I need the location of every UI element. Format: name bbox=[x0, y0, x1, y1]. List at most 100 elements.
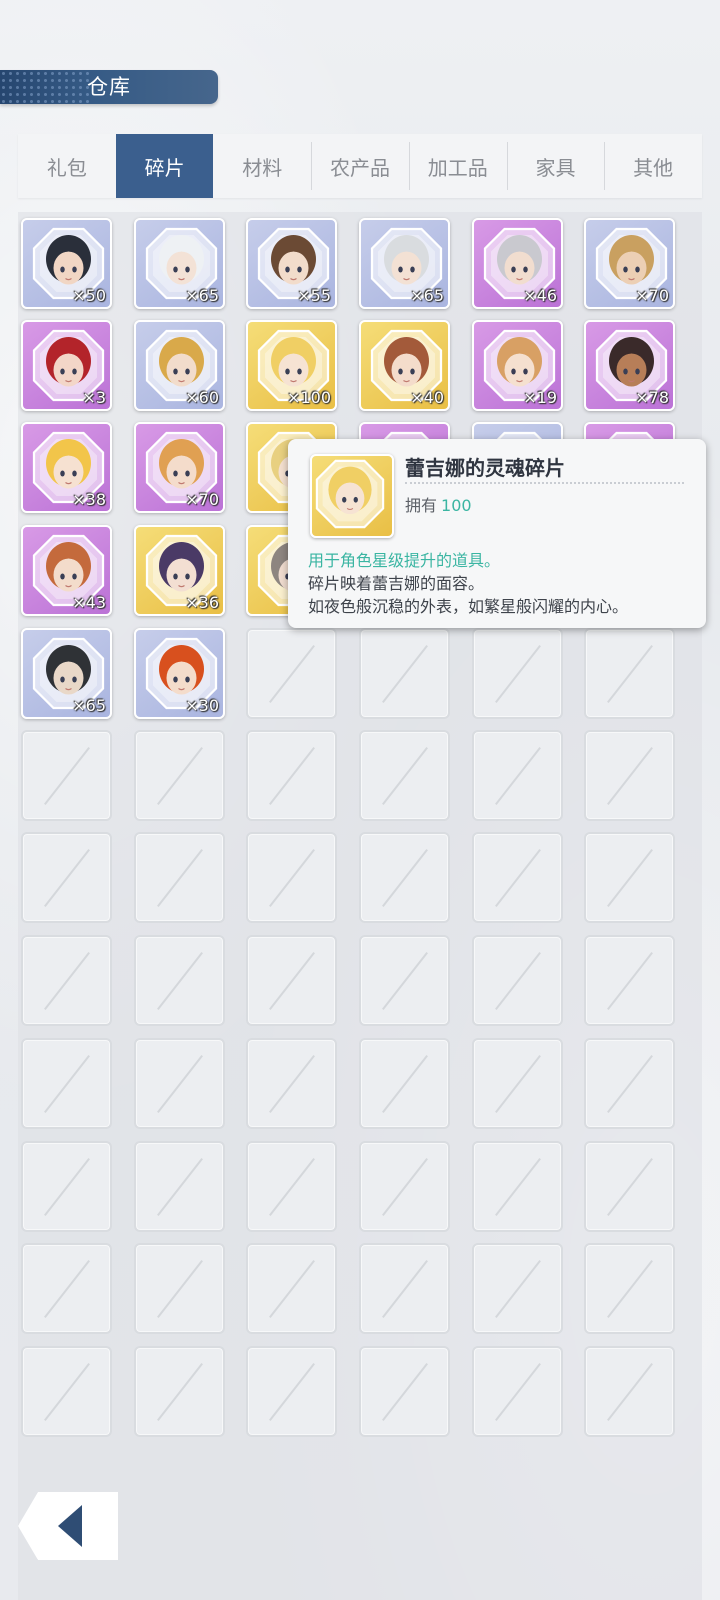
empty-slot bbox=[21, 1346, 112, 1437]
item-count: ×38 bbox=[72, 490, 106, 509]
item-count: ×50 bbox=[72, 286, 106, 305]
divider bbox=[405, 482, 684, 484]
empty-slot bbox=[246, 628, 337, 719]
tab-fragments[interactable]: 碎片 bbox=[115, 134, 214, 198]
empty-slot bbox=[359, 1038, 450, 1129]
tab-materials[interactable]: 材料 bbox=[213, 134, 311, 198]
fragment-item[interactable]: ×38 bbox=[21, 422, 112, 513]
tab-gift[interactable]: 礼包 bbox=[18, 134, 116, 198]
empty-slot bbox=[134, 1346, 225, 1437]
empty-slot bbox=[359, 1141, 450, 1232]
empty-slot bbox=[246, 1346, 337, 1437]
fragment-item[interactable]: ×100 bbox=[246, 320, 337, 411]
empty-slot bbox=[134, 730, 225, 821]
empty-slot bbox=[134, 1243, 225, 1334]
owned-label: 拥有 bbox=[405, 496, 438, 515]
item-count: ×100 bbox=[287, 388, 331, 407]
empty-slot bbox=[584, 935, 675, 1026]
fragment-item[interactable]: ×19 bbox=[472, 320, 563, 411]
fragment-item[interactable]: ×65 bbox=[134, 218, 225, 309]
empty-slot bbox=[21, 1038, 112, 1129]
item-count: ×40 bbox=[410, 388, 444, 407]
title-banner: 仓库 bbox=[0, 70, 218, 104]
fragment-item[interactable]: ×65 bbox=[359, 218, 450, 309]
back-button[interactable] bbox=[18, 1492, 118, 1560]
item-count: ×36 bbox=[185, 593, 219, 612]
empty-slot bbox=[584, 628, 675, 719]
empty-slot bbox=[584, 832, 675, 923]
empty-slot bbox=[21, 1243, 112, 1334]
tab-produce[interactable]: 农产品 bbox=[311, 134, 409, 198]
item-count: ×19 bbox=[523, 388, 557, 407]
category-tabs: 礼包 碎片 材料 农产品 加工品 家具 其他 bbox=[18, 134, 702, 198]
empty-slot bbox=[21, 730, 112, 821]
fragment-item[interactable]: ×40 bbox=[359, 320, 450, 411]
empty-slot bbox=[472, 832, 563, 923]
tab-other[interactable]: 其他 bbox=[604, 134, 702, 198]
item-count: ×46 bbox=[523, 286, 557, 305]
page-title: 仓库 bbox=[87, 75, 131, 99]
empty-slot bbox=[472, 1038, 563, 1129]
portrait-icon bbox=[315, 459, 385, 529]
item-usage: 用于角色星级提升的道具。 bbox=[308, 551, 501, 570]
empty-slot bbox=[246, 1038, 337, 1129]
fragment-item[interactable]: ×65 bbox=[21, 628, 112, 719]
fragment-item[interactable]: ×55 bbox=[246, 218, 337, 309]
item-count: ×78 bbox=[635, 388, 669, 407]
empty-slot bbox=[21, 1141, 112, 1232]
empty-slot bbox=[472, 1346, 563, 1437]
empty-slot bbox=[359, 1243, 450, 1334]
fragment-icon bbox=[310, 454, 394, 538]
item-count: ×70 bbox=[185, 490, 219, 509]
item-count: ×65 bbox=[410, 286, 444, 305]
item-tooltip: 蕾吉娜的灵魂碎片 拥有 100 用于角色星级提升的道具。 碎片映着蕾吉娜的面容。 … bbox=[288, 439, 706, 628]
empty-slot bbox=[472, 628, 563, 719]
empty-slot bbox=[359, 935, 450, 1026]
empty-slot bbox=[472, 1243, 563, 1334]
empty-slot bbox=[584, 1141, 675, 1232]
empty-slot bbox=[21, 832, 112, 923]
item-count: ×65 bbox=[72, 696, 106, 715]
empty-slot bbox=[134, 935, 225, 1026]
inventory-grid: ×50 ×65 ×55 ×65 ×46 ×70 ×3 ×60 ×100 ×40 ×19 ×78 ×38 ×… bbox=[18, 212, 702, 1600]
tab-processed[interactable]: 加工品 bbox=[408, 134, 507, 198]
empty-slot bbox=[584, 1038, 675, 1129]
empty-slot bbox=[246, 730, 337, 821]
fragment-item[interactable]: ×46 bbox=[472, 218, 563, 309]
fragment-item[interactable]: ×43 bbox=[21, 525, 112, 616]
fragment-item[interactable]: ×36 bbox=[134, 525, 225, 616]
fragment-item[interactable]: ×60 bbox=[134, 320, 225, 411]
item-description-line-2: 如夜色般沉稳的外表，如繁星般闪耀的内心。 bbox=[308, 597, 629, 616]
item-count: ×3 bbox=[82, 388, 106, 407]
empty-slot bbox=[584, 1346, 675, 1437]
empty-slot bbox=[584, 1243, 675, 1334]
back-arrow-icon bbox=[58, 1505, 82, 1547]
item-count: ×60 bbox=[185, 388, 219, 407]
fragment-item[interactable]: ×50 bbox=[21, 218, 112, 309]
item-count: ×70 bbox=[635, 286, 669, 305]
owned-count: 拥有 100 bbox=[405, 492, 472, 516]
owned-value: 100 bbox=[441, 496, 472, 515]
empty-slot bbox=[134, 1141, 225, 1232]
empty-slot bbox=[472, 935, 563, 1026]
empty-slot bbox=[134, 1038, 225, 1129]
item-count: ×43 bbox=[72, 593, 106, 612]
empty-slot bbox=[246, 1243, 337, 1334]
empty-slot bbox=[246, 1141, 337, 1232]
empty-slot bbox=[359, 628, 450, 719]
item-count: ×55 bbox=[297, 286, 331, 305]
fragment-item[interactable]: ×3 bbox=[21, 320, 112, 411]
empty-slot bbox=[584, 730, 675, 821]
empty-slot bbox=[21, 935, 112, 1026]
item-description-line-1: 碎片映着蕾吉娜的面容。 bbox=[308, 574, 485, 593]
tab-furniture[interactable]: 家具 bbox=[506, 134, 605, 198]
empty-slot bbox=[359, 1346, 450, 1437]
fragment-item[interactable]: ×70 bbox=[584, 218, 675, 309]
fragment-item[interactable]: ×70 bbox=[134, 422, 225, 513]
fragment-item[interactable]: ×78 bbox=[584, 320, 675, 411]
empty-slot bbox=[359, 832, 450, 923]
empty-slot bbox=[134, 832, 225, 923]
empty-slot bbox=[246, 832, 337, 923]
fragment-item[interactable]: ×30 bbox=[134, 628, 225, 719]
empty-slot bbox=[472, 1141, 563, 1232]
